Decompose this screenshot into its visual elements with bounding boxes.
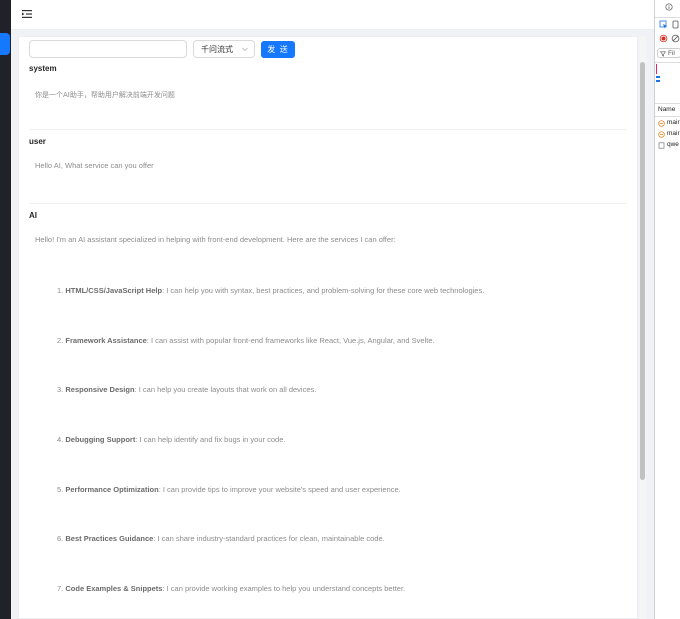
record-icon[interactable] bbox=[659, 34, 668, 43]
clear-icon[interactable] bbox=[671, 34, 680, 43]
list-item: 3. Responsive Design: I can help you cre… bbox=[57, 385, 317, 394]
devtools-divider bbox=[655, 103, 680, 104]
message-ai: AI Hello! I'm an AI assistant specialize… bbox=[29, 211, 627, 244]
sidebar-active-item[interactable] bbox=[0, 33, 10, 55]
waterfall-mark bbox=[656, 76, 660, 78]
send-button[interactable]: 发 送 bbox=[261, 40, 295, 58]
devtools-divider bbox=[655, 17, 680, 18]
list-item: 2. Framework Assistance: I can assist wi… bbox=[57, 336, 435, 345]
filter-icon bbox=[660, 51, 666, 57]
waterfall-mark bbox=[656, 80, 660, 82]
fetch-icon bbox=[658, 131, 665, 138]
list-item: 1. HTML/CSS/JavaScript Help: I can help … bbox=[57, 286, 485, 295]
chat-toolbar: 千问流式 发 送 bbox=[29, 39, 295, 59]
list-item: 7. Code Examples & Snippets: I can provi… bbox=[57, 584, 406, 593]
model-select-value: 千问流式 bbox=[201, 44, 233, 54]
divider bbox=[29, 203, 627, 204]
fetch-icon bbox=[658, 120, 665, 127]
devtools-divider bbox=[655, 62, 680, 63]
menu-fold-icon[interactable] bbox=[21, 8, 33, 20]
list-item: 4. Debugging Support: I can help identif… bbox=[57, 435, 286, 444]
message-content: Hello AI, What service can you offer bbox=[35, 161, 154, 170]
message-role: system bbox=[29, 64, 57, 73]
model-select[interactable]: 千问流式 bbox=[193, 40, 255, 58]
message-content: Hello! I'm an AI assistant specialized i… bbox=[35, 235, 396, 244]
inspect-icon[interactable] bbox=[659, 20, 668, 29]
header bbox=[11, 0, 654, 30]
message-user: user Hello AI, What service can you offe… bbox=[29, 137, 627, 170]
list-item: 5. Performance Optimization: I can provi… bbox=[57, 485, 401, 494]
column-header-name[interactable]: Name bbox=[658, 106, 675, 113]
filter-input[interactable]: Fil bbox=[657, 48, 680, 58]
list-item: 6. Best Practices Guidance: I can share … bbox=[57, 534, 385, 543]
chevron-down-icon bbox=[242, 47, 248, 52]
divider bbox=[29, 129, 627, 130]
devtools-panel: Fil Name mair mair qwe bbox=[654, 0, 680, 619]
message-system: system 你是一个AI助手，帮助用户解决前端开发问题 bbox=[29, 64, 627, 100]
message-role: user bbox=[29, 137, 46, 146]
message-input[interactable] bbox=[29, 40, 187, 58]
scrollbar-thumb[interactable] bbox=[640, 62, 645, 480]
devtools-divider bbox=[655, 116, 680, 117]
document-icon bbox=[658, 142, 665, 149]
device-icon[interactable] bbox=[671, 20, 680, 29]
info-icon[interactable] bbox=[665, 3, 673, 11]
sidebar bbox=[0, 0, 11, 619]
waterfall-mark bbox=[656, 64, 657, 74]
message-role: AI bbox=[29, 211, 37, 220]
message-content: 你是一个AI助手，帮助用户解决前端开发问题 bbox=[35, 91, 175, 99]
chat-panel: 千问流式 发 送 system 你是一个AI助手，帮助用户解决前端开发问题 us… bbox=[18, 36, 638, 619]
